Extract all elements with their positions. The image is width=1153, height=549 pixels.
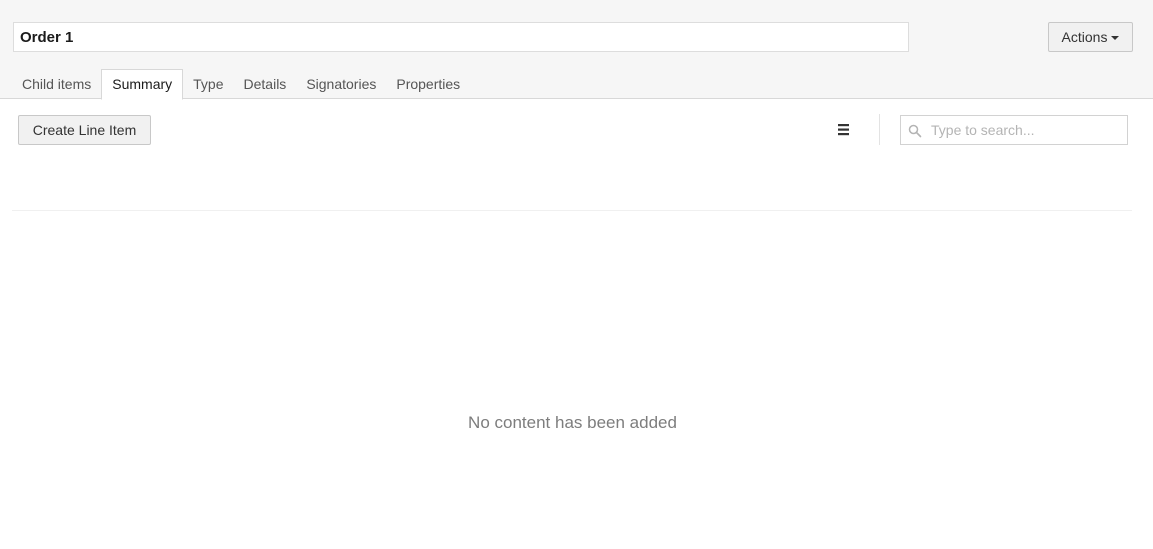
tab-properties[interactable]: Properties: [386, 70, 470, 100]
actions-button[interactable]: Actions: [1048, 22, 1133, 52]
tab-summary[interactable]: Summary: [101, 69, 184, 100]
tab-child-items[interactable]: Child items: [12, 70, 101, 100]
caret-down-icon: [1111, 35, 1120, 40]
actions-label: Actions: [1061, 29, 1108, 45]
search-box[interactable]: [900, 115, 1128, 145]
toolbar-divider: [879, 114, 880, 145]
tab-details[interactable]: Details: [234, 70, 297, 100]
search-input[interactable]: [931, 116, 1121, 144]
item-name-input[interactable]: [13, 22, 909, 52]
empty-state-message: No content has been added: [468, 413, 677, 432]
tab-type[interactable]: Type: [183, 70, 233, 100]
tab-signatories[interactable]: Signatories: [296, 70, 386, 100]
search-icon: [908, 124, 922, 138]
tab-bar: Child items Summary Type Details Signato…: [12, 69, 470, 100]
create-line-item-button[interactable]: Create Line Item: [18, 115, 151, 145]
editor-header: Actions Child items Summary Type Details…: [0, 0, 1153, 100]
content-divider: [12, 210, 1132, 211]
list-view-icon[interactable]: [838, 123, 850, 137]
